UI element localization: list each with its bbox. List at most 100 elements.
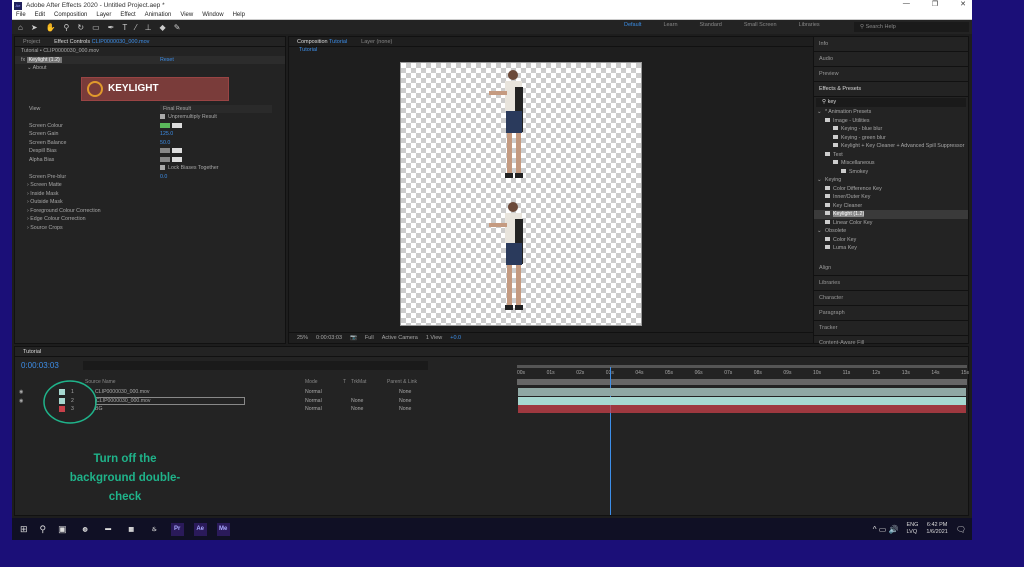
tree-item-effect[interactable]: Keylight (1.2) [814, 210, 968, 219]
resolution-dropdown[interactable]: Full [365, 335, 374, 341]
hand-tool-icon[interactable]: ✋ [46, 23, 56, 32]
property-group[interactable]: › Foreground Colour Correction [15, 207, 285, 216]
tray-icons[interactable]: ^ ▭ 🔊 [873, 525, 899, 534]
timeline-search-input[interactable] [83, 361, 428, 370]
brush-tool-icon[interactable]: ⁄ [135, 23, 136, 32]
tree-item-effect[interactable]: Color Difference Key [814, 185, 968, 194]
exposure-value[interactable]: +0.0 [450, 335, 461, 341]
tree-item-effect[interactable]: Linear Color Key [814, 219, 968, 228]
taskbar-app-ae[interactable]: Ae [193, 522, 207, 536]
property-value[interactable] [160, 122, 184, 131]
mode-dropdown[interactable]: Normal [305, 397, 322, 405]
input-language[interactable]: ENG LVQ [907, 522, 919, 536]
menu-help[interactable]: Help [233, 12, 245, 18]
tree-item-folder[interactable]: Miscellaneous [814, 159, 968, 168]
layer-name[interactable]: CLIP0000030_000.mov [95, 396, 245, 405]
panel-tracker[interactable]: Tracker [814, 321, 968, 336]
comp-sub-tab[interactable]: Tutorial [289, 47, 819, 56]
mode-dropdown[interactable]: Normal [305, 388, 322, 396]
tree-item-effect[interactable]: Color Key [814, 236, 968, 245]
zoom-dropdown[interactable]: 25% [297, 335, 308, 341]
bias-swatch[interactable] [160, 156, 170, 162]
tree-item-folder[interactable]: Text [814, 151, 968, 160]
camera-dropdown[interactable]: Active Camera [382, 335, 418, 341]
property-group[interactable]: › Edge Colour Correction [15, 215, 285, 224]
panel-info[interactable]: Info [814, 37, 968, 52]
puppet-tool-icon[interactable]: ✎ [174, 23, 181, 32]
menu-effect[interactable]: Effect [120, 12, 135, 18]
notifications-icon[interactable]: 🗨 [956, 525, 966, 534]
eraser-tool-icon[interactable]: ◆ [160, 23, 166, 32]
rotate-tool-icon[interactable]: ↻ [77, 23, 84, 32]
visibility-toggle-icon[interactable]: ◉ [19, 397, 24, 405]
taskbar-app-steam[interactable]: ♨ [148, 523, 161, 536]
taskbar-app-pr[interactable]: Pr [170, 522, 184, 536]
clock[interactable]: 6:42 PM 1/6/2021 [926, 522, 947, 536]
property-value[interactable]: Unpremultiply Result [160, 113, 217, 122]
property-group[interactable]: › Inside Mask [15, 190, 285, 199]
tab-project[interactable]: Project [23, 39, 40, 45]
menu-file[interactable]: File [16, 12, 26, 18]
screen-colour-swatch[interactable] [160, 122, 170, 128]
start-icon[interactable]: ⊞ [20, 524, 28, 535]
effects-search-input[interactable]: ⚲ key [816, 98, 966, 107]
panel-align[interactable]: Align [814, 261, 968, 276]
property-value[interactable] [160, 147, 184, 156]
panel-preview[interactable]: Preview [814, 67, 968, 82]
tree-item-preset[interactable]: Smokey [814, 168, 968, 177]
tree-item-group[interactable]: ⌄ Obsolete [814, 227, 968, 236]
property-value[interactable] [160, 156, 184, 165]
taskbar-app-calc[interactable]: ▦ [125, 523, 138, 536]
zoom-tool-icon[interactable]: ⚲ [64, 23, 70, 32]
taskbar-app-files[interactable]: ▬ [102, 523, 115, 536]
tab-composition[interactable]: Composition Tutorial [297, 39, 347, 45]
workspace-default[interactable]: Default [624, 22, 641, 28]
tree-item-preset[interactable]: Keylight + Key Cleaner + Advanced Spill … [814, 142, 968, 151]
camera-icon[interactable]: 📷 [350, 335, 357, 341]
menu-layer[interactable]: Layer [96, 12, 111, 18]
workspace-learn[interactable]: Learn [663, 22, 677, 28]
views-dropdown[interactable]: 1 View [426, 335, 442, 341]
panel-paragraph[interactable]: Paragraph [814, 306, 968, 321]
taskbar-app-chrome[interactable]: ◍ [79, 523, 92, 536]
tree-item-effect[interactable]: Key Cleaner [814, 202, 968, 211]
text-tool-icon[interactable]: T [122, 23, 127, 32]
viewer-time[interactable]: 0:00:03:03 [316, 335, 342, 341]
parent-dropdown[interactable]: None [399, 397, 411, 405]
menu-window[interactable]: Window [202, 12, 223, 18]
reset-button[interactable]: Reset [160, 56, 174, 65]
eyedropper-icon[interactable] [172, 156, 182, 162]
close-button[interactable]: ✕ [960, 0, 966, 8]
tree-item-group[interactable]: ⌄ * Animation Presets [814, 108, 968, 117]
tree-item-folder[interactable]: Image - Utilities [814, 117, 968, 126]
tab-layer[interactable]: Layer (none) [361, 39, 392, 45]
selection-tool-icon[interactable]: ➤ [31, 23, 38, 32]
panel-audio[interactable]: Audio [814, 52, 968, 67]
property-value[interactable]: 50.0 [160, 139, 170, 148]
trkmat-dropdown[interactable]: None [351, 405, 363, 413]
checkbox[interactable] [160, 165, 165, 171]
tree-item-effect[interactable]: Inner/Outer Key [814, 193, 968, 202]
property-value[interactable]: Lock Biases Together [160, 164, 219, 173]
workspace-libraries[interactable]: Libraries [799, 22, 820, 28]
layer-duration-bar[interactable] [518, 405, 966, 413]
search-icon[interactable]: ⚲ [40, 524, 47, 535]
property-value[interactable]: 125.0 [160, 130, 173, 139]
checkbox[interactable] [160, 114, 165, 120]
menu-animation[interactable]: Animation [145, 12, 172, 18]
workspace-standard[interactable]: Standard [700, 22, 722, 28]
pen-tool-icon[interactable]: ✒ [108, 23, 115, 32]
tab-timeline-tutorial[interactable]: Tutorial [23, 349, 41, 355]
menu-edit[interactable]: Edit [35, 12, 45, 18]
property-group[interactable]: › Screen Matte [15, 181, 285, 190]
rectangle-tool-icon[interactable]: ▭ [92, 23, 100, 32]
timeline-timecode[interactable]: 0:00:03:03 [21, 361, 59, 370]
mode-dropdown[interactable]: Normal [305, 405, 322, 413]
eyedropper-icon[interactable] [172, 148, 182, 154]
time-ruler[interactable]: 00s01s02s03s04s05s06s07s08s09s10s11s12s1… [517, 365, 969, 379]
tree-item-effect[interactable]: Luma Key [814, 244, 968, 253]
panel-character[interactable]: Character [814, 291, 968, 306]
panel-libraries[interactable]: Libraries [814, 276, 968, 291]
layer-duration-bar[interactable] [518, 388, 966, 396]
minimize-button[interactable]: — [903, 0, 910, 8]
